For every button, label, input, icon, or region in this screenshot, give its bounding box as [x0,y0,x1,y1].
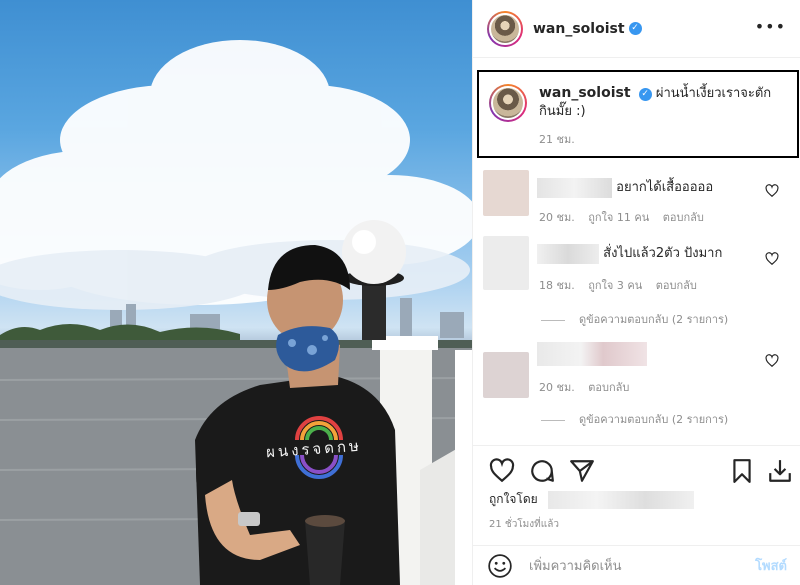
comment-text: อยากได้เสื้อออออ [616,180,714,195]
comment-likes[interactable]: ถูกใจ 11 คน [588,211,649,224]
like-comment-heart-icon[interactable] [765,184,779,198]
reply-link[interactable]: ตอบกลับ [656,279,697,292]
blurred-username [537,177,612,198]
view-replies-text[interactable]: ดูข้อความตอบกลับ (2 รายการ) [579,313,728,326]
caption-timestamp: 21 ชม. [539,133,575,146]
verified-icon: ✓ [628,22,642,35]
verified-icon: ✓ [638,88,652,101]
emoji-icon[interactable] [487,553,513,579]
comment-meta: 20 ชม. ตอบกลับ [539,378,639,396]
heart-icon[interactable] [489,458,515,484]
comment-likes[interactable]: ถูกใจ 3 คน [588,279,642,292]
view-replies-text[interactable]: ดูข้อความตอบกลับ (2 รายการ) [579,413,728,426]
comment-icon[interactable] [529,458,555,484]
comment-meta: 18 ชม. ถูกใจ 3 คน ตอบกลับ [539,276,707,294]
reply-link[interactable]: ตอบกลับ [663,211,704,224]
blurred-liker[interactable] [547,490,694,509]
replies-divider [541,319,565,321]
comment-time: 20 ชม. [539,381,575,394]
action-bar [473,445,800,495]
comment-input[interactable]: เพิ่มความคิดเห็น [529,555,755,576]
caption-highlight: wan_soloist ✓ ผ่านน้ำเงี้ยวเราจะตักกินมั… [477,70,799,158]
comment-text-row: อยากได้เสื้อออออ [537,176,713,198]
comment-avatar[interactable] [483,170,529,216]
more-options-icon[interactable]: ••• [755,17,786,36]
liked-by: ถูกใจโดย [489,490,694,509]
view-replies-link[interactable]: ดูข้อความตอบกลับ (2 รายการ) [541,310,728,328]
post-header: wan_soloist ✓ [473,0,800,58]
post-comment-button[interactable]: โพสต์ [755,555,787,576]
comment-time: 18 ชม. [539,279,575,292]
add-comment-bar: เพิ่มความคิดเห็น โพสต์ [473,545,800,585]
blurred-username [537,342,647,366]
comment-text: สั่งไปแล้ว2ตัว ปังมาก [603,246,723,261]
share-icon[interactable] [569,458,595,484]
bookmark-icon[interactable] [729,458,755,484]
blurred-username [537,243,599,264]
post-timestamp: 21 ชั่วโมงที่แล้ว [489,519,559,530]
author-avatar[interactable] [487,10,523,47]
photo-illustration [0,40,472,585]
like-comment-heart-icon[interactable] [765,252,779,266]
liked-by-label: ถูกใจโดย [489,492,538,506]
download-icon[interactable] [767,458,793,484]
author-username[interactable]: wan_soloist [533,21,625,37]
comment-avatar[interactable] [483,236,529,290]
caption-avatar[interactable] [489,84,527,122]
caption: wan_soloist ✓ ผ่านน้ำเงี้ยวเราจะตักกินมั… [539,84,787,146]
comment-meta: 20 ชม. ถูกใจ 11 คน ตอบกลับ [539,208,714,226]
comment-time: 20 ชม. [539,211,575,224]
view-replies-link[interactable]: ดูข้อความตอบกลับ (2 รายการ) [541,410,728,428]
comment-text-row: สั่งไปแล้ว2ตัว ปังมาก [537,242,722,264]
comment-text-row [537,342,647,366]
comment-avatar[interactable] [483,352,529,398]
post-panel: wan_soloist ✓ ••• wan_soloist ✓ ผ่านน้ำเ… [472,0,800,585]
caption-username[interactable]: wan_soloist [539,85,631,101]
reply-link[interactable]: ตอบกลับ [588,381,629,394]
like-comment-heart-icon[interactable] [765,354,779,368]
replies-divider [541,419,565,421]
post-photo: ผนงรจดกษ [0,0,472,585]
